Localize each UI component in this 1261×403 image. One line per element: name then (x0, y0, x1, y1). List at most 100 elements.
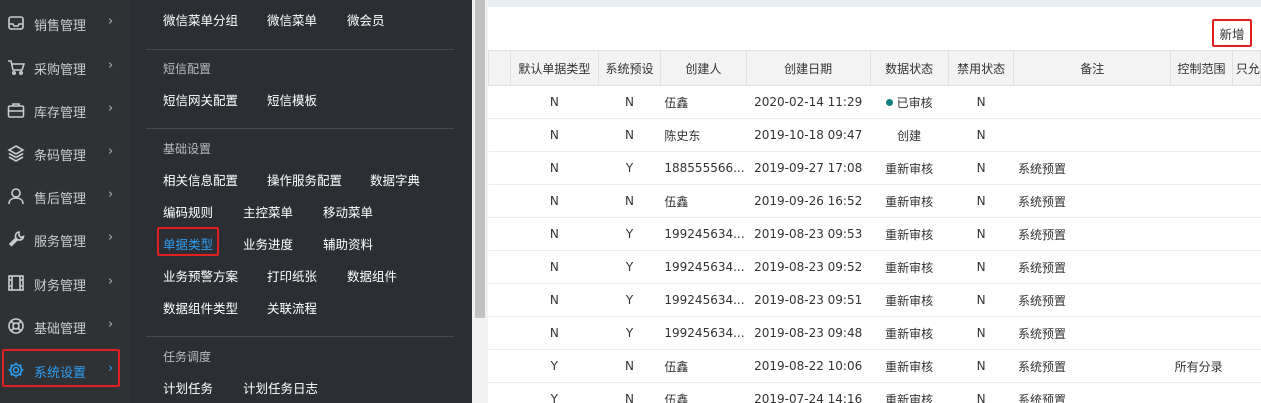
table-row[interactable]: N N 陈史东 2019-10-18 09:47 创建 N (488, 118, 1261, 152)
column-header[interactable]: 系统预设 (598, 50, 661, 86)
status-dot-icon (885, 98, 893, 106)
table-row[interactable]: N N 伍鑫 2019-09-26 16:52 重新审核 N 系统预置 (488, 184, 1261, 218)
menu-sms-template[interactable]: 短信模板 (267, 90, 317, 109)
sidebar-item-barcode[interactable]: 条码管理 › (0, 132, 130, 175)
film-icon (7, 274, 25, 292)
menu-scheduled-task-log[interactable]: 计划任务日志 (243, 378, 318, 397)
remark-cell: 系统预置 (1013, 217, 1171, 251)
row-spacer-cell (488, 250, 511, 284)
menu-operation-service[interactable]: 操作服务配置 (267, 170, 342, 189)
disabled-status-cell: N (948, 349, 1014, 383)
sidebar: 销售管理 › 采购管理 › 库存管理 › 条码管理 › 售后管理 › 服务管理 … (0, 0, 130, 403)
row-tail-cell (1232, 151, 1261, 185)
creator-text: 199245634... (664, 227, 745, 241)
chevron-right-icon: › (108, 361, 114, 376)
menu-business-alert[interactable]: 业务预警方案 (163, 266, 238, 285)
menu-mobile-menu[interactable]: 移动菜单 (323, 202, 373, 221)
chevron-right-icon: › (108, 144, 114, 159)
table-row[interactable]: N N 伍鑫 2020-02-14 11:29 已审核 N (488, 85, 1261, 119)
default-doc-type-text: N (549, 95, 559, 109)
remark-cell: 系统预置 (1013, 382, 1171, 403)
menu-business-progress[interactable]: 业务进度 (243, 234, 293, 253)
row-spacer-cell (488, 118, 511, 152)
remark-cell: 系统预置 (1013, 283, 1171, 317)
data-status-text: 重新审核 (885, 194, 934, 209)
section-title-sms: 短信配置 (163, 62, 212, 76)
control-scope-cell: 所有分录 (1170, 349, 1233, 383)
menu-sms-gateway[interactable]: 短信网关配置 (163, 90, 238, 109)
menu-related-process[interactable]: 关联流程 (267, 298, 317, 317)
system-preset-text: Y (625, 161, 634, 175)
vertical-scrollbar[interactable] (472, 0, 488, 403)
menu-wechat-menu-group[interactable]: 微信菜单分组 (163, 10, 238, 29)
column-header[interactable]: 控制范围 (1170, 50, 1233, 86)
column-header[interactable]: 禁用状态 (947, 50, 1015, 86)
creator-cell: 伍鑫 (660, 184, 747, 218)
sidebar-item-finance[interactable]: 财务管理 › (0, 262, 130, 305)
system-preset-text: N (625, 95, 635, 109)
disabled-status-text: N (976, 95, 986, 109)
column-header[interactable]: 备注 (1013, 50, 1172, 86)
menu-scheduled-task[interactable]: 计划任务 (163, 378, 213, 397)
control-scope-cell (1170, 217, 1233, 251)
column-header[interactable]: 只允 (1231, 50, 1261, 86)
default-doc-type-text: Y (550, 392, 559, 403)
remark-cell: 系统预置 (1013, 184, 1171, 218)
data-status-cell: 创建 (870, 118, 949, 152)
remark-text: 系统预置 (1017, 326, 1066, 341)
menu-wechat-menu[interactable]: 微信菜单 (267, 10, 317, 29)
column-header[interactable]: 默认单据类型 (509, 50, 600, 86)
row-tail-cell (1232, 217, 1261, 251)
remark-cell: 系统预置 (1013, 349, 1171, 383)
system-preset-cell: Y (598, 316, 661, 350)
lifebuoy-icon (7, 317, 25, 335)
cart-icon (7, 58, 25, 76)
creator-cell: 伍鑫 (660, 382, 747, 403)
menu-data-component[interactable]: 数据组件 (347, 266, 397, 285)
sidebar-item-system-settings[interactable]: 系统设置 › (0, 349, 130, 392)
remark-cell (1013, 85, 1171, 119)
data-status-cell: 重新审核 (870, 151, 949, 185)
system-preset-cell: N (598, 118, 661, 152)
chevron-right-icon: › (108, 101, 114, 116)
table-row[interactable]: N Y 199245634... 2019-08-23 09:53 重新审核 N 系统预置 (488, 217, 1261, 251)
menu-related-info[interactable]: 相关信息配置 (163, 170, 238, 189)
menu-print-paper[interactable]: 打印纸张 (267, 266, 317, 285)
sidebar-item-service[interactable]: 服务管理 › (0, 218, 130, 261)
menu-data-component-type[interactable]: 数据组件类型 (163, 298, 238, 317)
row-spacer-cell (488, 316, 511, 350)
add-button[interactable]: 新增 (1215, 22, 1249, 44)
menu-data-dictionary[interactable]: 数据字典 (370, 170, 420, 189)
column-header[interactable]: 创建日期 (745, 50, 871, 86)
sidebar-item-label: 库存管理 (34, 106, 87, 121)
sidebar-item-aftersales[interactable]: 售后管理 › (0, 175, 130, 218)
sidebar-item-inventory[interactable]: 库存管理 › (0, 89, 130, 132)
table-row[interactable]: N Y 199245634... 2019-08-23 09:48 重新审核 N 系统预置 (488, 316, 1261, 350)
menu-wechat-member[interactable]: 微会员 (347, 10, 385, 29)
menu-coding-rules[interactable]: 编码规则 (163, 202, 213, 221)
table-row[interactable]: Y N 伍鑫 2019-08-22 10:06 重新审核 N 系统预置 所有分录 (488, 349, 1261, 383)
sidebar-item-basic[interactable]: 基础管理 › (0, 305, 130, 348)
system-preset-text: N (625, 359, 635, 373)
menu-document-type[interactable]: 单据类型 (163, 234, 213, 253)
creator-text: 伍鑫 (664, 95, 689, 110)
table-row[interactable]: N Y 199245634... 2019-08-23 09:51 重新审核 N 系统预置 (488, 283, 1261, 317)
scrollbar-thumb[interactable] (475, 0, 485, 318)
table-header-row: 默认单据类型 系统预设 创建人 创建日期 数据状态 禁用状态 备注 控制范围 只… (488, 50, 1261, 86)
user-icon (7, 187, 25, 205)
creator-text: 199245634... (664, 260, 745, 274)
remark-cell (1013, 118, 1171, 152)
sidebar-item-purchase[interactable]: 采购管理 › (0, 46, 130, 89)
disabled-status-text: N (976, 326, 986, 340)
table-row[interactable]: N Y 188555566... 2019-09-27 17:08 重新审核 N 系统预置 (488, 151, 1261, 185)
created-date-cell: 2019-08-23 09:51 (746, 283, 870, 317)
table-row[interactable]: N Y 199245634... 2019-08-23 09:52 重新审核 N 系统预置 (488, 250, 1261, 284)
column-header[interactable]: 数据状态 (869, 50, 949, 86)
sidebar-item-sales[interactable]: 销售管理 › (0, 2, 130, 45)
disabled-status-cell: N (948, 85, 1014, 119)
data-status-cell: 重新审核 (870, 316, 949, 350)
menu-main-menu[interactable]: 主控菜单 (243, 202, 293, 221)
column-header[interactable]: 创建人 (659, 50, 747, 86)
menu-auxiliary-data[interactable]: 辅助资料 (323, 234, 373, 253)
table-row[interactable]: Y N 伍鑫 2019-07-24 14:16 重新审核 N 系统预置 (488, 382, 1261, 403)
